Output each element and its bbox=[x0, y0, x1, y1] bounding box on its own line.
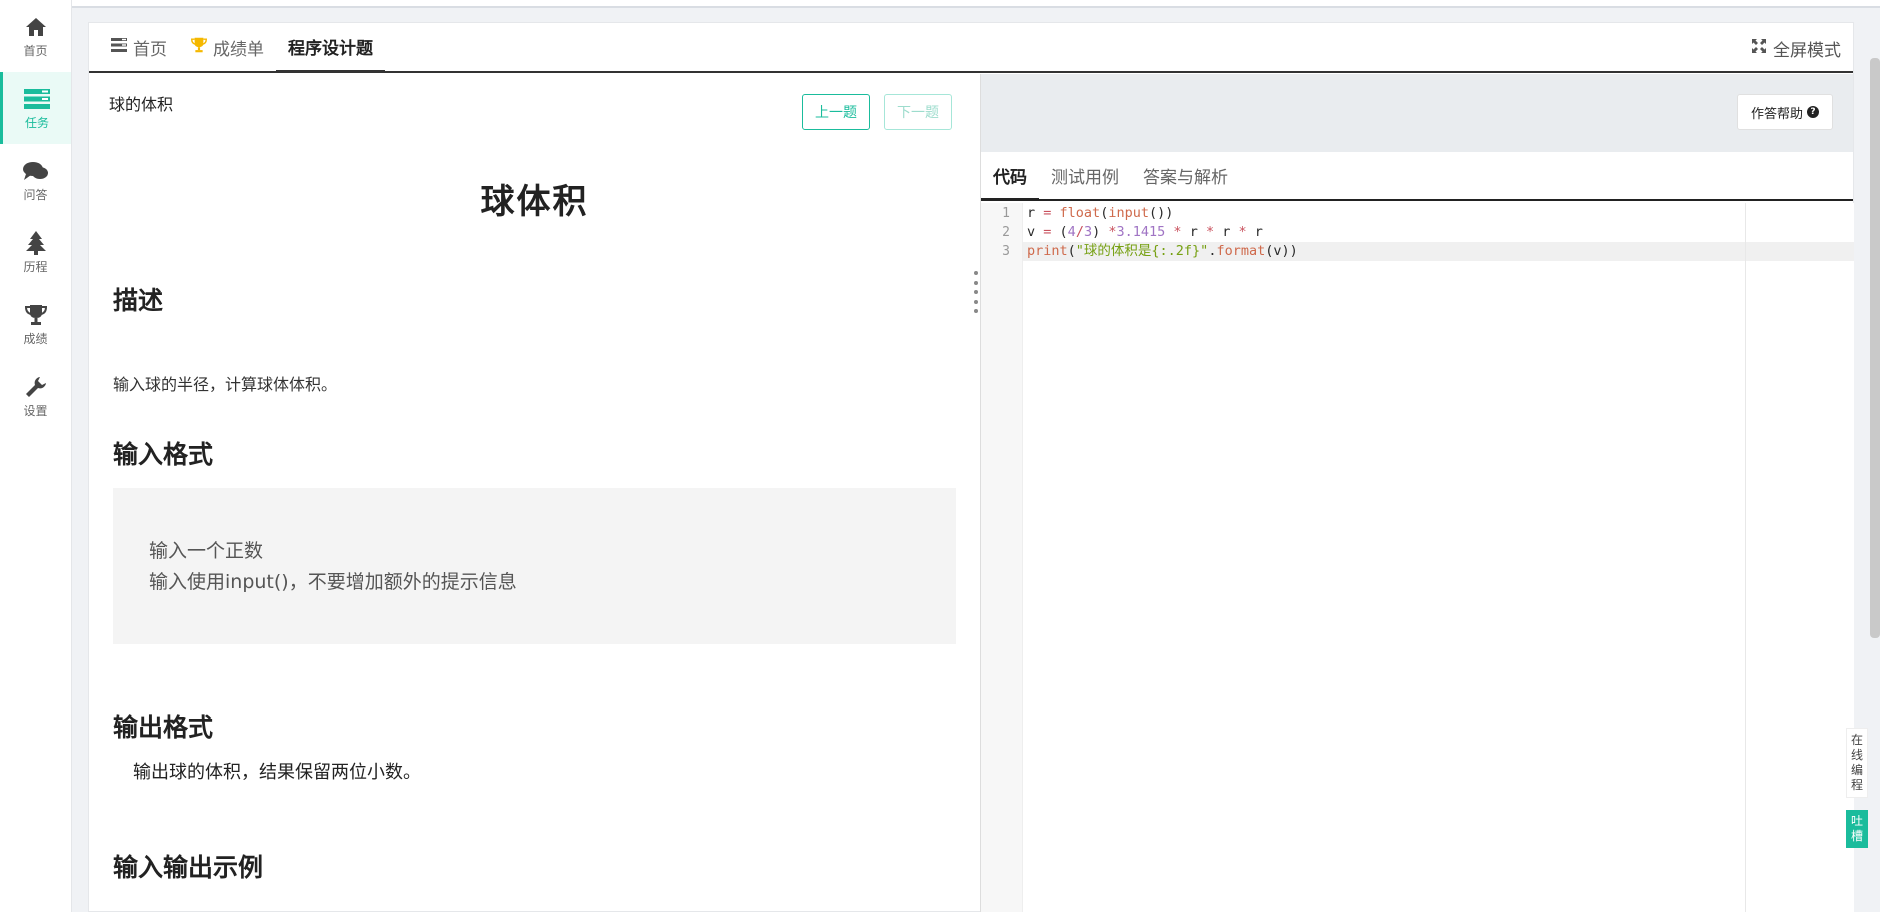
line-number: 1 bbox=[1002, 206, 1010, 221]
editor-toolbar: 作答帮助 ? bbox=[981, 74, 1853, 152]
prev-question-button[interactable]: 上一题 bbox=[802, 94, 870, 130]
main-card: 首页 成绩单 程序设计题 全屏模式 球的体积 上一题 下一题 球体积 描述 输入 bbox=[88, 22, 1854, 912]
problem-panel: 球的体积 上一题 下一题 球体积 描述 输入球的半径，计算球体体积。 输入格式 … bbox=[89, 74, 980, 912]
line-number: 2 bbox=[1002, 225, 1010, 240]
page-scrollbar[interactable] bbox=[1870, 58, 1880, 638]
fullscreen-button[interactable]: 全屏模式 bbox=[1751, 23, 1841, 73]
sidebar-item-label: 问答 bbox=[23, 187, 48, 202]
answer-help-label: 作答帮助 bbox=[1750, 106, 1803, 122]
tab-grades-label: 成绩单 bbox=[213, 39, 264, 60]
output-format-heading: 输出格式 bbox=[113, 713, 214, 742]
tab-test-cases[interactable]: 测试用例 bbox=[1039, 152, 1131, 199]
input-format-line: 输入一个正数 bbox=[149, 540, 264, 562]
sidebar-item-label: 历程 bbox=[23, 259, 48, 274]
tree-icon bbox=[23, 230, 49, 256]
top-tabs: 首页 成绩单 程序设计题 全屏模式 bbox=[89, 23, 1853, 73]
home-icon bbox=[23, 14, 49, 40]
description-text: 输入球的半径，计算球体体积。 bbox=[113, 375, 338, 394]
code-line: v = (4/3) *3.1415 * r * r * r bbox=[1027, 224, 1263, 240]
output-format-text: 输出球的体积，结果保留两位小数。 bbox=[133, 762, 421, 783]
print-margin bbox=[1745, 203, 1746, 912]
sidebar-item-settings[interactable]: 设置 bbox=[0, 360, 71, 432]
sidebar-item-qa[interactable]: 问答 bbox=[0, 144, 71, 216]
sidebar-item-label: 成绩 bbox=[23, 331, 48, 346]
input-format-heading: 输入格式 bbox=[113, 440, 214, 469]
code-lines: r = float(input()) v = (4/3) *3.1415 * r… bbox=[1023, 204, 1854, 261]
tab-home[interactable]: 首页 bbox=[99, 23, 179, 71]
problem-body: 球体积 描述 输入球的半径，计算球体体积。 输入格式 输入一个正数 输入使用in… bbox=[89, 174, 980, 884]
expand-icon bbox=[1751, 38, 1767, 59]
input-format-box: 输入一个正数 输入使用input()，不要增加额外的提示信息 bbox=[113, 488, 956, 644]
problem-header: 球的体积 上一题 下一题 bbox=[89, 74, 980, 152]
tab-programming-label: 程序设计题 bbox=[288, 39, 373, 59]
sidebar-item-label: 首页 bbox=[23, 43, 48, 58]
code-editor[interactable]: 1 2 3 r = float(input()) v = (4/3) *3.14… bbox=[981, 203, 1854, 912]
tab-code[interactable]: 代码 bbox=[981, 152, 1039, 201]
tab-answer-analysis[interactable]: 答案与解析 bbox=[1131, 152, 1240, 199]
feedback-tab[interactable]: 吐槽 bbox=[1846, 810, 1868, 848]
top-bar bbox=[72, 0, 1880, 8]
problem-title: 球的体积 bbox=[109, 95, 174, 114]
sidebar-item-label: 任务 bbox=[24, 115, 49, 130]
example-heading: 输入输出示例 bbox=[113, 853, 264, 882]
sidebar-item-home[interactable]: 首页 bbox=[0, 0, 71, 72]
floating-tabs: 在线编程 吐槽 bbox=[1846, 728, 1868, 848]
editor-pane: 作答帮助 ? 代码 测试用例 答案与解析 1 2 3 r = float(inp… bbox=[980, 74, 1854, 912]
tab-home-label: 首页 bbox=[133, 39, 167, 60]
left-sidebar: 首页 任务 问答 历程 成绩 设置 bbox=[0, 0, 72, 912]
description-heading: 描述 bbox=[113, 286, 164, 315]
problem-heading: 球体积 bbox=[480, 182, 589, 222]
tab-programming[interactable]: 程序设计题 bbox=[276, 23, 385, 73]
answer-help-button[interactable]: 作答帮助 ? bbox=[1737, 94, 1833, 130]
sidebar-item-label: 设置 bbox=[23, 403, 48, 418]
wrench-icon bbox=[23, 374, 49, 400]
line-number: 3 bbox=[1002, 244, 1010, 259]
fullscreen-label: 全屏模式 bbox=[1773, 40, 1841, 61]
line-number-gutter: 1 2 3 bbox=[981, 203, 1023, 912]
code-line: print("球的体积是{:.2f}".format(v)) bbox=[1023, 242, 1854, 261]
list-icon bbox=[111, 37, 127, 57]
code-line: r = float(input()) bbox=[1027, 205, 1174, 221]
trophy-icon bbox=[190, 37, 208, 58]
sidebar-item-tasks[interactable]: 任务 bbox=[0, 72, 71, 144]
input-format-line: 输入使用input()，不要增加额外的提示信息 bbox=[149, 571, 517, 593]
question-icon: ? bbox=[1807, 106, 1819, 118]
sidebar-item-history[interactable]: 历程 bbox=[0, 216, 71, 288]
online-coding-tab[interactable]: 在线编程 bbox=[1846, 728, 1868, 798]
chat-icon bbox=[22, 158, 49, 184]
sidebar-item-grades[interactable]: 成绩 bbox=[0, 288, 71, 360]
next-question-button[interactable]: 下一题 bbox=[884, 94, 952, 130]
tab-grades[interactable]: 成绩单 bbox=[179, 23, 276, 71]
trophy-icon bbox=[23, 302, 49, 328]
tasks-icon bbox=[24, 86, 50, 112]
code-tabs: 代码 测试用例 答案与解析 bbox=[981, 152, 1853, 201]
panel-resize-handle[interactable] bbox=[972, 271, 980, 313]
